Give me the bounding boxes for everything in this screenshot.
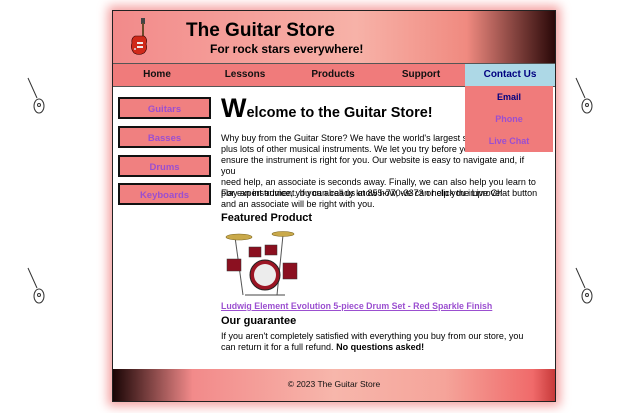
welcome-text: elcome to the Guitar Store! xyxy=(246,105,433,121)
nav-contact-us[interactable]: Contact Us xyxy=(465,64,555,86)
site-tagline: For rock stars everywhere! xyxy=(210,42,364,56)
dropdown-item-live-chat[interactable]: Live Chat xyxy=(465,130,553,152)
intro-line: need help, an associate is seconds away.… xyxy=(221,177,536,187)
welcome-heading: Welcome to the Guitar Store! xyxy=(221,95,433,122)
background-guitar-icon xyxy=(24,266,46,306)
nav-support[interactable]: Support xyxy=(377,64,465,86)
sidebar-item-drums[interactable]: Drums xyxy=(118,155,211,177)
featured-product-link[interactable]: Ludwig Element Evolution 5-piece Drum Se… xyxy=(221,301,492,311)
featured-product-heading: Featured Product xyxy=(221,212,313,224)
site-footer: © 2023 The Guitar Store xyxy=(113,369,555,401)
site-title: The Guitar Store xyxy=(186,20,335,41)
main-nav: Home Lessons Products Support Contact Us xyxy=(113,63,555,87)
guitar-logo-icon xyxy=(127,18,151,56)
footer-copyright: © 2023 The Guitar Store xyxy=(287,379,381,389)
guarantee-heading: Our guarantee xyxy=(221,315,297,327)
intro-line: ensure the instrument is right for you. … xyxy=(221,155,525,176)
background-guitar-icon xyxy=(572,76,594,116)
sidebar-item-guitars[interactable]: Guitars xyxy=(118,97,211,119)
sidebar-item-basses[interactable]: Basses xyxy=(118,126,211,148)
background-guitar-icon xyxy=(572,266,594,306)
welcome-initial: W xyxy=(221,93,247,123)
drum-set-image[interactable] xyxy=(221,229,305,299)
page-container: The Guitar Store For rock stars everywhe… xyxy=(112,10,556,402)
nav-products[interactable]: Products xyxy=(289,64,377,86)
advice-paragraph: For expert advice, you can call us at 85… xyxy=(221,188,538,209)
guarantee-emphasis: No questions asked! xyxy=(336,342,425,352)
dropdown-item-email[interactable]: Email xyxy=(465,86,553,108)
nav-lessons[interactable]: Lessons xyxy=(201,64,289,86)
background-guitar-icon xyxy=(24,76,46,116)
contact-dropdown-menu: Email Phone Live Chat xyxy=(465,86,553,152)
dropdown-item-phone[interactable]: Phone xyxy=(465,108,553,130)
guarantee-paragraph: If you aren't completely satisfied with … xyxy=(221,331,539,353)
nav-home[interactable]: Home xyxy=(113,64,201,86)
site-header: The Guitar Store For rock stars everywhe… xyxy=(113,11,555,63)
sidebar-item-keyboards[interactable]: Keyboards xyxy=(118,183,211,205)
